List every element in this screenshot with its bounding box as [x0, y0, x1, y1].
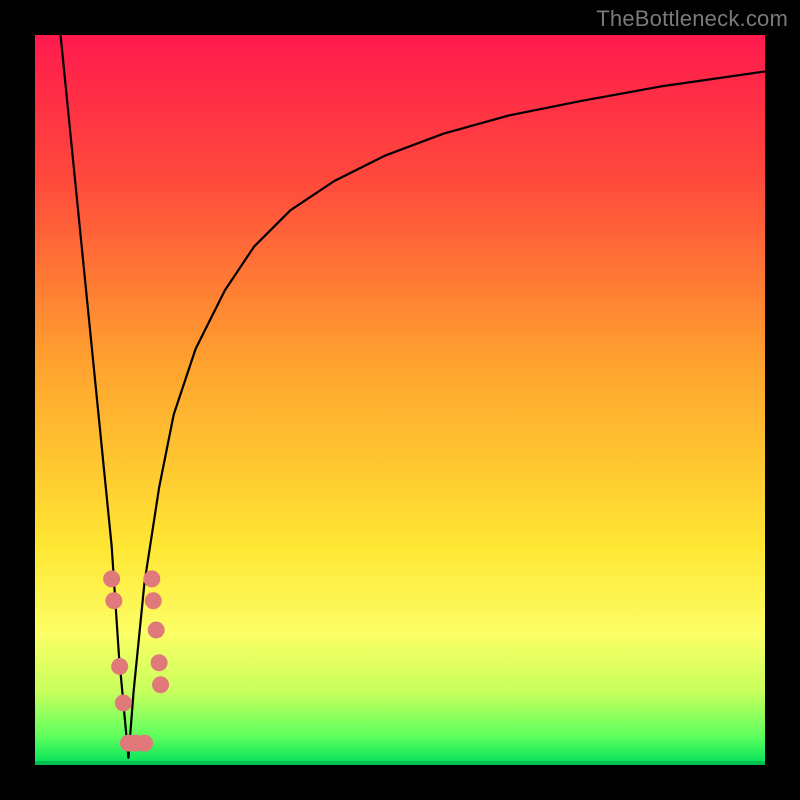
data-point [148, 621, 165, 638]
data-point [115, 694, 132, 711]
data-point [111, 658, 128, 675]
data-point [145, 592, 162, 609]
chart-frame: TheBottleneck.com [0, 0, 800, 800]
baseline-strip [35, 761, 765, 765]
data-point [143, 570, 160, 587]
chart-svg [35, 35, 765, 765]
plot-area [35, 35, 765, 765]
data-point [152, 676, 169, 693]
watermark-label: TheBottleneck.com [596, 6, 788, 32]
gradient-background [35, 35, 765, 765]
data-point [103, 570, 120, 587]
data-point [151, 654, 168, 671]
data-point [136, 735, 153, 752]
data-point [105, 592, 122, 609]
